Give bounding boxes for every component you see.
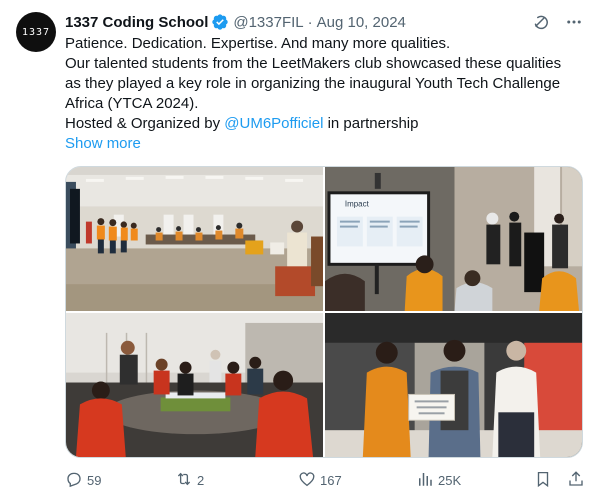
verified-badge-icon[interactable] [211, 13, 229, 31]
tweet-line: as they played a key role in organizing … [65, 75, 561, 92]
views-button[interactable]: 25K [416, 470, 461, 491]
tweet-line: Africa (YTCA 2024). [65, 95, 199, 112]
action-bar: 59 2 167 25K [65, 468, 585, 492]
photo-group-table[interactable] [66, 313, 323, 457]
share-button[interactable] [567, 470, 585, 491]
slide-title: Impact [345, 200, 370, 209]
avatar-logo-text: 1337 [21, 26, 51, 38]
photo-hall-audience[interactable] [66, 167, 323, 311]
reply-count: 59 [87, 472, 102, 488]
partnership-text: in partnership [323, 115, 419, 132]
more-icon[interactable] [565, 13, 583, 31]
like-count: 167 [320, 472, 342, 488]
tweet-line: Patience. Dedication. Expertise. And man… [65, 35, 451, 52]
photo-certificate[interactable] [325, 313, 582, 457]
separator-dot: · [307, 13, 313, 31]
media-grid: Impact [65, 166, 583, 458]
retweet-button[interactable]: 2 [175, 470, 204, 491]
hosted-text: Hosted & Organized by [65, 115, 225, 132]
heart-icon [298, 470, 316, 491]
mention-link[interactable]: @UM6Pofficiel [224, 115, 323, 132]
tweet-line: Our talented students from the LeetMaker… [65, 55, 562, 72]
grok-icon[interactable] [531, 13, 549, 31]
avatar[interactable]: 1337 [16, 12, 56, 52]
views-icon [416, 470, 434, 491]
tweet-date[interactable]: Aug 10, 2024 [317, 14, 406, 31]
show-more-link[interactable]: Show more [65, 134, 141, 154]
tweet-text: Patience. Dedication. Expertise. And man… [65, 34, 585, 154]
bookmark-button[interactable] [534, 470, 552, 491]
reply-icon [65, 470, 83, 491]
tweet-header: 1337 Coding School @1337FIL · Aug 10, 20… [65, 11, 583, 33]
like-button[interactable]: 167 [298, 470, 342, 491]
author-name[interactable]: 1337 Coding School [65, 14, 208, 31]
photo-presentation[interactable]: Impact [325, 167, 582, 311]
reply-button[interactable]: 59 [65, 470, 101, 491]
retweet-count: 2 [197, 472, 205, 488]
retweet-icon [175, 470, 193, 491]
tweet-line: Hosted & Organized by @UM6Pofficiel in p… [65, 114, 585, 134]
bookmark-icon [534, 470, 552, 491]
author-handle[interactable]: @1337FIL [233, 14, 303, 31]
share-icon [567, 470, 585, 491]
views-count: 25K [438, 472, 462, 488]
